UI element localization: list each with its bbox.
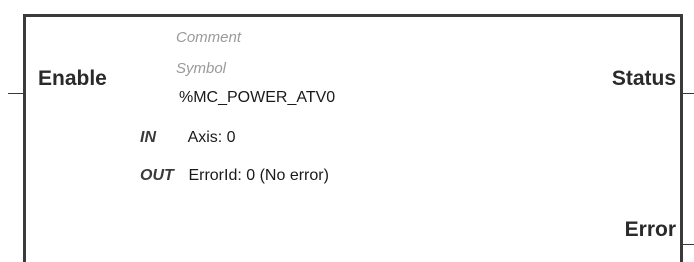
- status-output-wire: [683, 93, 694, 94]
- ladder-canvas: Enable Status Error Comment Symbol %MC_P…: [0, 0, 694, 262]
- comment-placeholder[interactable]: Comment: [176, 29, 241, 46]
- out-label: OUT: [140, 167, 174, 184]
- enable-input-wire: [8, 93, 23, 94]
- instance-name[interactable]: %MC_POWER_ATV0: [179, 89, 335, 107]
- error-output-wire: [683, 244, 694, 245]
- io-row-in: IN Axis: 0: [140, 129, 236, 147]
- in-label: IN: [140, 129, 156, 146]
- io-row-out: OUT ErrorId: 0 (No error): [140, 167, 329, 185]
- pin-status-label[interactable]: Status: [612, 67, 676, 91]
- symbol-placeholder[interactable]: Symbol: [176, 60, 226, 77]
- out-value[interactable]: ErrorId: 0 (No error): [188, 167, 328, 184]
- pin-error-label[interactable]: Error: [625, 218, 676, 242]
- pin-enable-label[interactable]: Enable: [38, 67, 107, 91]
- in-value[interactable]: Axis: 0: [188, 129, 236, 146]
- function-block-mc-power[interactable]: Enable Status Error Comment Symbol %MC_P…: [23, 14, 683, 262]
